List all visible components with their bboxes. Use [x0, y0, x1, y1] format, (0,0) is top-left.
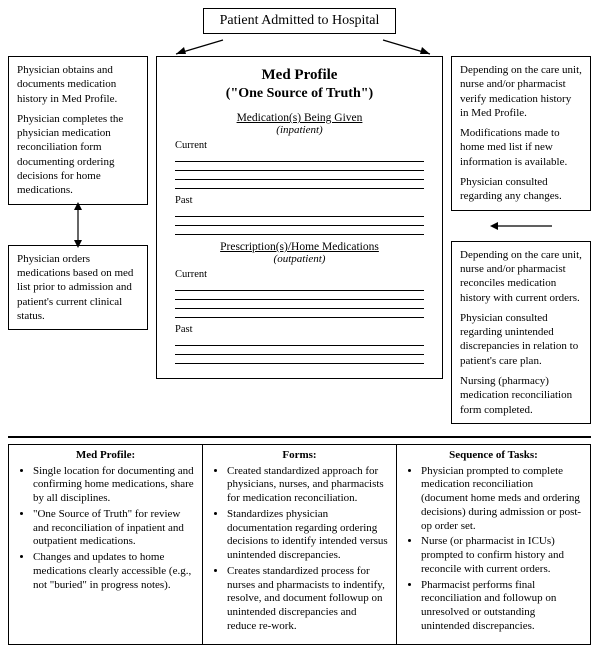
- label-current-2: Current: [175, 269, 424, 280]
- left-column: Physician obtains and documents medicati…: [8, 56, 148, 330]
- right1-p1: Depending on the care unit, nurse and/or…: [460, 63, 582, 120]
- bottom-col-1: Med Profile: Single location for documen…: [9, 445, 202, 644]
- section1-head: Medication(s) Being Given: [175, 112, 424, 124]
- list-item: Nurse (or pharmacist in ICUs) prompted t…: [421, 535, 582, 576]
- list-item: Creates standardized process for nurses …: [227, 565, 388, 634]
- bottom-table: Med Profile: Single location for documen…: [8, 444, 591, 645]
- label-past-2: Past: [175, 324, 424, 335]
- right2-p3: Nursing (pharmacy) medication reconcilia…: [460, 374, 582, 417]
- double-arrow-vertical-icon: [68, 200, 88, 250]
- right1-p2: Modifications made to home med list if n…: [460, 126, 582, 169]
- left1-p2: Physician completes the physician medica…: [17, 112, 139, 198]
- title-text: Patient Admitted to Hospital: [220, 13, 380, 28]
- right-connector: [451, 211, 591, 241]
- section2-head: Prescription(s)/Home Medications: [175, 241, 424, 253]
- lines-past-2: [175, 337, 424, 364]
- right1-p3: Physician consulted regarding any change…: [460, 175, 582, 204]
- section2-sub: (outpatient): [175, 253, 424, 265]
- left1-p1: Physician obtains and documents medicati…: [17, 63, 139, 106]
- center-subtitle: ("One Source of Truth"): [175, 86, 424, 102]
- title-box: Patient Admitted to Hospital: [203, 8, 397, 34]
- left-connector: [8, 205, 148, 245]
- right-box-1: Depending on the care unit, nurse and/or…: [451, 56, 591, 211]
- bottom-col2-list: Created standardized approach for physic…: [211, 465, 388, 634]
- med-profile-panel: Med Profile ("One Source of Truth") Medi…: [156, 56, 443, 379]
- bottom-col-2: Forms: Created standardized approach for…: [202, 445, 396, 644]
- right-box-2: Depending on the care unit, nurse and/or…: [451, 241, 591, 424]
- right2-p1: Depending on the care unit, nurse and/or…: [460, 248, 582, 305]
- arrow-diagonal-right-icon: [378, 38, 438, 58]
- list-item: "One Source of Truth" for review and rec…: [33, 508, 194, 549]
- lines-current-1: [175, 153, 424, 189]
- bottom-col3-title: Sequence of Tasks:: [405, 449, 582, 463]
- list-item: Changes and updates to home medications …: [33, 551, 194, 592]
- title-arrows: [8, 38, 591, 56]
- right-column: Depending on the care unit, nurse and/or…: [451, 56, 591, 424]
- bottom-col2-title: Forms:: [211, 449, 388, 463]
- list-item: Physician prompted to complete medicatio…: [421, 465, 582, 534]
- lines-current-2: [175, 282, 424, 318]
- section1-sub: (inpatient): [175, 124, 424, 136]
- center-title: Med Profile: [175, 67, 424, 84]
- lines-past-1: [175, 208, 424, 235]
- center-column: Med Profile ("One Source of Truth") Medi…: [156, 56, 443, 379]
- main-row: Physician obtains and documents medicati…: [8, 56, 591, 424]
- label-current-1: Current: [175, 140, 424, 151]
- bottom-col-3: Sequence of Tasks: Physician prompted to…: [396, 445, 590, 644]
- divider: [8, 436, 591, 438]
- right2-p2: Physician consulted regarding unintended…: [460, 311, 582, 368]
- label-past-1: Past: [175, 195, 424, 206]
- bottom-col3-list: Physician prompted to complete medicatio…: [405, 465, 582, 634]
- arrow-diagonal-left-icon: [168, 38, 228, 58]
- left-box-2: Physician orders medications based on me…: [8, 245, 148, 330]
- list-item: Created standardized approach for physic…: [227, 465, 388, 506]
- left2-p1: Physician orders medications based on me…: [17, 252, 139, 323]
- list-item: Standardizes physician documentation reg…: [227, 508, 388, 563]
- list-item: Pharmacist performs final reconciliation…: [421, 579, 582, 634]
- bottom-col1-title: Med Profile:: [17, 449, 194, 463]
- bottom-col1-list: Single location for documenting and conf…: [17, 465, 194, 593]
- left-box-1: Physician obtains and documents medicati…: [8, 56, 148, 205]
- arrow-left-icon: [486, 218, 556, 234]
- list-item: Single location for documenting and conf…: [33, 465, 194, 506]
